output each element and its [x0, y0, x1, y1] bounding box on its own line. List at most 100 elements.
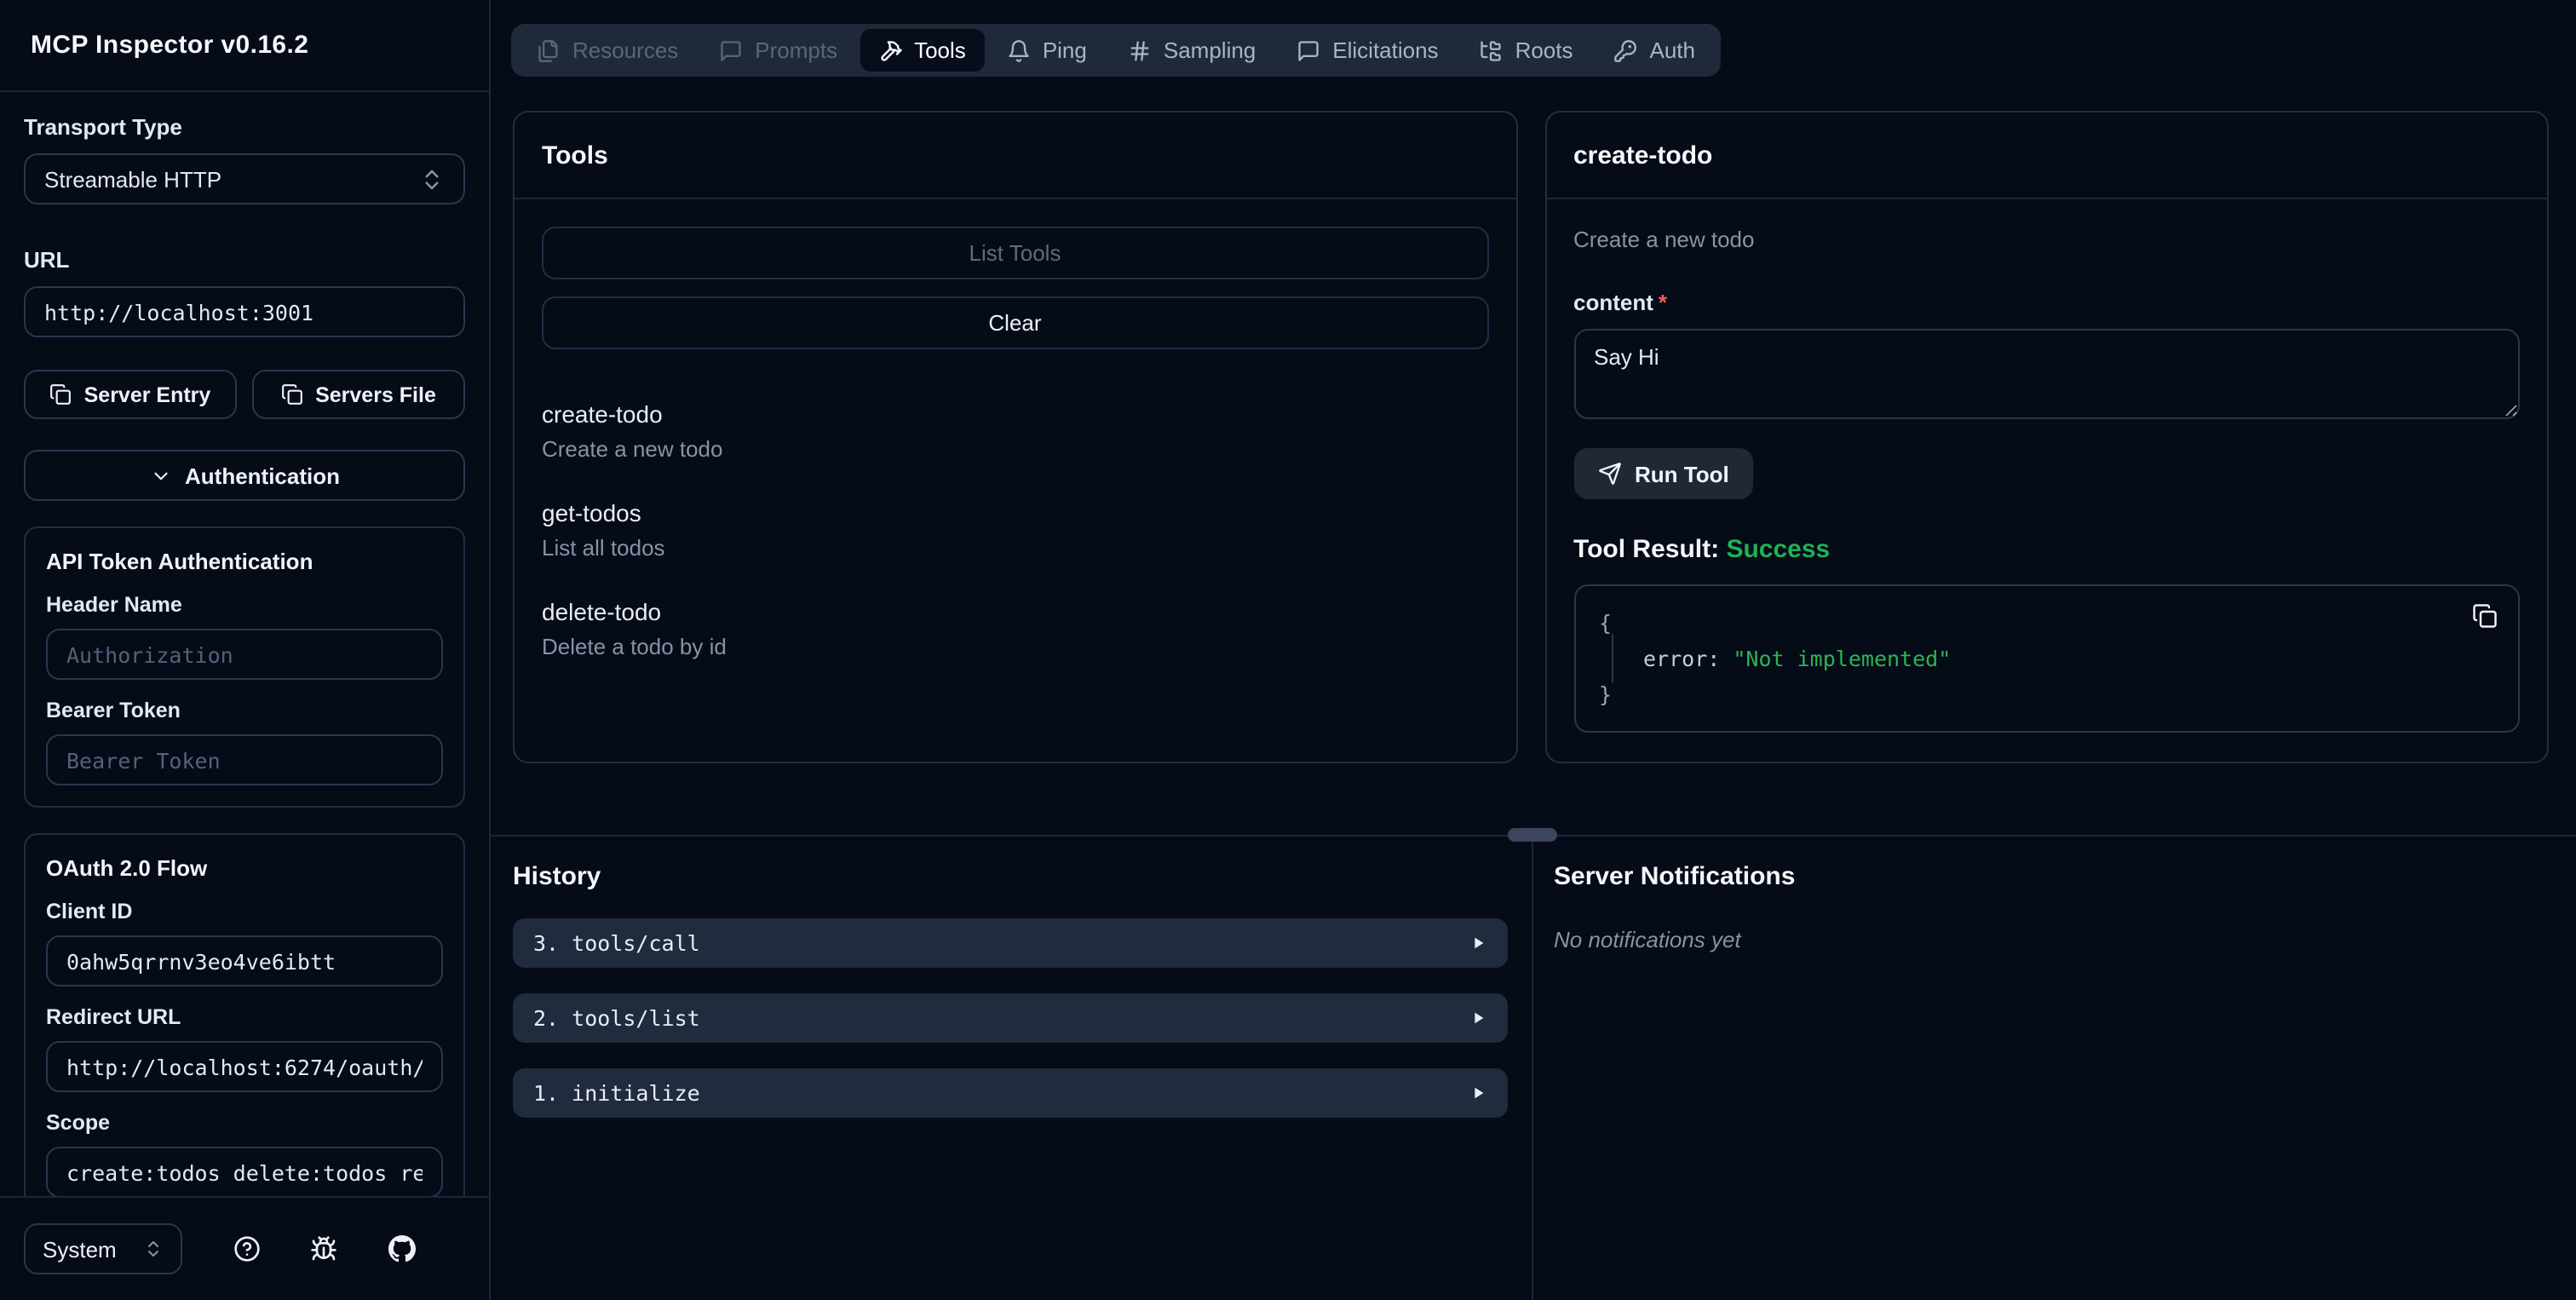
servers-file-button[interactable]: Servers File [252, 370, 465, 419]
history-panel: History 3. tools/call 2. tools/list 1. i… [491, 837, 1532, 1300]
redirect-url-label: Redirect URL [46, 1005, 181, 1029]
tab-tools[interactable]: Tools [860, 29, 985, 72]
copy-icon [2473, 604, 2497, 628]
transport-type-label: Transport Type [24, 114, 182, 140]
help-icon[interactable] [233, 1235, 260, 1263]
sidebar: MCP Inspector v0.16.2 Transport Type Str… [0, 0, 491, 1300]
history-row-tools-list[interactable]: 2. tools/list [513, 993, 1508, 1043]
tool-list-item-get-todos[interactable]: get-todos List all todos [542, 499, 1488, 561]
expand-caret-icon [1475, 1012, 1484, 1024]
hash-icon [1130, 40, 1149, 60]
tab-label: Resources [572, 37, 679, 63]
redirect-url-input[interactable] [46, 1041, 443, 1092]
main-area: Resources Prompts Tools Ping Sampling El… [491, 0, 2576, 1300]
servers-file-label: Servers File [315, 383, 436, 406]
message-square-icon [1298, 40, 1319, 60]
url-input[interactable] [24, 286, 465, 337]
theme-select-value: System [43, 1236, 117, 1262]
authentication-toggle-label: Authentication [185, 463, 340, 488]
copy-icon [282, 384, 303, 405]
content-label-text: content [1573, 290, 1653, 315]
scope-label: Scope [46, 1111, 111, 1135]
tool-list-item-create-todo[interactable]: create-todo Create a new todo [542, 400, 1488, 462]
theme-select[interactable]: System [24, 1223, 182, 1274]
sidebar-body: Transport Type Streamable HTTP URL Serve… [0, 92, 489, 1196]
tool-subtitle: Create a new todo [1573, 227, 1755, 252]
copy-icon [50, 384, 72, 405]
header-name-label: Header Name [46, 593, 182, 617]
tab-label: Tools [914, 37, 966, 63]
tab-elicitations[interactable]: Elicitations [1278, 29, 1457, 72]
header-name-input[interactable] [46, 629, 443, 680]
required-marker: * [1658, 290, 1668, 315]
tool-name: get-todos [542, 499, 641, 526]
tool-result-line: Tool Result: Success [1573, 535, 2520, 564]
app: MCP Inspector v0.16.2 Transport Type Str… [0, 0, 2576, 1300]
tool-name: create-todo [542, 400, 663, 428]
tab-roots[interactable]: Roots [1461, 29, 1592, 72]
chevrons-up-down-icon [148, 1241, 158, 1257]
tab-label: Sampling [1163, 37, 1256, 63]
history-row-label: 1. initialize [533, 1080, 700, 1106]
list-tools-button[interactable]: List Tools [542, 227, 1488, 279]
oauth-flow-card: OAuth 2.0 Flow Client ID Redirect URL Sc… [24, 833, 465, 1196]
tab-label: Ping [1042, 37, 1087, 63]
json-close-brace: } [1599, 682, 1613, 707]
tab-auth[interactable]: Auth [1596, 29, 1715, 72]
tab-prompts[interactable]: Prompts [700, 29, 856, 72]
server-entry-button[interactable]: Server Entry [24, 370, 237, 419]
tool-description: List all todos [542, 535, 665, 561]
client-id-input[interactable] [46, 935, 443, 987]
content-textarea[interactable]: Say Hi [1573, 329, 2520, 419]
tool-list-item-delete-todo[interactable]: delete-todo Delete a todo by id [542, 598, 1488, 659]
authentication-toggle[interactable]: Authentication [24, 450, 465, 501]
horizontal-splitter [491, 828, 2576, 842]
run-tool-panel: create-todo Create a new todo content * S… [1544, 111, 2549, 763]
tab-label: Roots [1515, 37, 1573, 63]
tab-row: Resources Prompts Tools Ping Sampling El… [491, 0, 2576, 77]
tool-description: Delete a todo by id [542, 634, 727, 659]
tabbar: Resources Prompts Tools Ping Sampling El… [511, 24, 1721, 77]
no-notifications-text: No notifications yet [1554, 927, 1741, 952]
history-row-tools-call[interactable]: 3. tools/call [513, 918, 1508, 968]
url-label: URL [24, 247, 70, 273]
hammer-icon [880, 40, 901, 60]
transport-type-select[interactable]: Streamable HTTP [24, 153, 465, 204]
bell-icon [1009, 39, 1029, 61]
bug-icon[interactable] [310, 1235, 337, 1263]
message-square-icon [721, 40, 741, 60]
json-open-brace: { [1599, 610, 1613, 636]
run-tool-button[interactable]: Run Tool [1573, 448, 1753, 499]
tools-panel-title: Tools [515, 112, 1515, 199]
splitter-drag-handle[interactable] [1508, 828, 1557, 842]
top-panels: Tools List Tools Clear create-todo Creat… [491, 111, 2576, 763]
run-tool-button-label: Run Tool [1635, 461, 1729, 486]
tab-ping[interactable]: Ping [988, 29, 1106, 72]
scope-input[interactable] [46, 1147, 443, 1196]
history-rows: 3. tools/call 2. tools/list 1. initializ… [513, 918, 1508, 1118]
copy-buttons-row: Server Entry Servers File [24, 370, 465, 419]
footer-icons [182, 1235, 465, 1263]
github-icon[interactable] [388, 1235, 415, 1263]
bearer-token-input[interactable] [46, 734, 443, 785]
clear-button[interactable]: Clear [542, 296, 1488, 349]
tool-description: Create a new todo [542, 436, 723, 462]
send-icon [1598, 463, 1620, 485]
client-id-label: Client ID [46, 900, 133, 923]
tab-resources[interactable]: Resources [518, 29, 697, 72]
history-row-initialize[interactable]: 1. initialize [513, 1068, 1508, 1118]
tool-result-label: Tool Result: [1573, 535, 1720, 564]
server-entry-label: Server Entry [83, 383, 211, 406]
tab-sampling[interactable]: Sampling [1109, 29, 1274, 72]
bearer-token-label: Bearer Token [46, 699, 181, 722]
tools-panel-body: List Tools Clear create-todo Create a ne… [515, 199, 1515, 762]
transport-type-value: Streamable HTTP [44, 166, 222, 192]
oauth-flow-title: OAuth 2.0 Flow [46, 855, 208, 881]
tool-name: delete-todo [542, 598, 662, 625]
copy-result-button[interactable] [2472, 603, 2498, 634]
tool-result-json-box: { error: "Not implemented" } [1573, 584, 2520, 733]
expand-caret-icon [1475, 937, 1484, 949]
expand-caret-icon [1475, 1087, 1484, 1099]
api-token-auth-card: API Token Authentication Header Name Bea… [24, 526, 465, 808]
run-tool-panel-title: create-todo [1546, 112, 2547, 199]
